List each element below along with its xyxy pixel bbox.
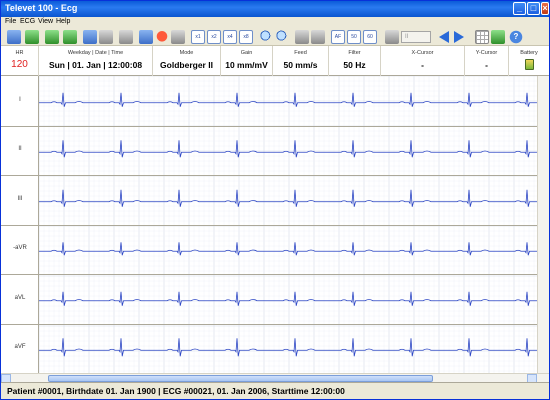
feed-label: Feed bbox=[294, 50, 307, 56]
speed-x8-button[interactable]: x8 bbox=[239, 30, 253, 44]
open-folder-icon[interactable] bbox=[7, 30, 21, 44]
lead-separator bbox=[1, 175, 549, 176]
menu-view[interactable]: View bbox=[38, 18, 53, 25]
mode-value: Goldberger II bbox=[160, 60, 213, 70]
status-bar: Patient #0001, Birthdate 01. Jan 1900 | … bbox=[1, 382, 549, 399]
lead-separator bbox=[1, 224, 549, 226]
lead-label-avf: aVF bbox=[14, 344, 26, 351]
datetime-label: Weekday | Date | Time bbox=[67, 50, 124, 56]
x-cursor-cell: X-Cursor - bbox=[381, 46, 465, 76]
layout-icon[interactable] bbox=[385, 30, 399, 44]
hr-label: HR bbox=[15, 50, 24, 56]
lead-label-iii: III bbox=[17, 195, 23, 202]
print-icon[interactable] bbox=[119, 30, 133, 44]
y-cursor-value: - bbox=[485, 60, 488, 70]
menu-file[interactable]: File bbox=[5, 18, 16, 25]
mode-cell: Mode Goldberger II bbox=[153, 46, 221, 76]
scroll-thumb[interactable] bbox=[48, 375, 433, 382]
image-export-icon[interactable] bbox=[491, 30, 505, 44]
menu-bar: File ECG View Help bbox=[1, 17, 549, 28]
window-title: Televet 100 - Ecg bbox=[5, 3, 78, 13]
mode-label: Mode bbox=[179, 50, 194, 56]
hr-cell: HR 120 bbox=[1, 46, 39, 76]
filter-af-button[interactable]: AF bbox=[331, 30, 345, 44]
lead-label-i: I bbox=[19, 96, 21, 103]
zoom-in-icon[interactable] bbox=[259, 30, 273, 44]
menu-ecg[interactable]: ECG bbox=[20, 18, 35, 25]
toolbar: x1 x2 x4 x8 AF 50 60 II ? bbox=[1, 28, 549, 46]
cursor-tool-icon[interactable] bbox=[295, 30, 309, 44]
battery-icon bbox=[524, 59, 534, 70]
feed-value: 50 mm/s bbox=[283, 60, 318, 70]
gain-value: 10 mm/mV bbox=[225, 60, 268, 70]
minimize-button[interactable]: _ bbox=[513, 2, 526, 15]
next-arrow-icon[interactable] bbox=[454, 31, 464, 43]
record-icon[interactable] bbox=[155, 30, 169, 44]
patient-info: Patient #0001, Birthdate 01. Jan 1900 | … bbox=[7, 386, 345, 396]
close-button[interactable]: × bbox=[541, 2, 549, 15]
x-cursor-value: - bbox=[421, 60, 424, 70]
hr-value: 120 bbox=[11, 59, 28, 70]
measure-tool-icon[interactable] bbox=[311, 30, 325, 44]
filter-label: Filter bbox=[348, 50, 361, 56]
upload-icon[interactable] bbox=[63, 30, 77, 44]
speed-x4-button[interactable]: x4 bbox=[223, 30, 237, 44]
previous-arrow-icon[interactable] bbox=[439, 31, 449, 43]
status-header: HR 120 Weekday | Date | Time Sun | 01. J… bbox=[1, 46, 549, 76]
menu-help[interactable]: Help bbox=[56, 18, 70, 25]
feed-cell: Feed 50 mm/s bbox=[273, 46, 329, 76]
vertical-scrollbar[interactable] bbox=[537, 76, 549, 373]
x-cursor-label: X-Cursor bbox=[411, 50, 434, 56]
help-icon[interactable]: ? bbox=[509, 30, 523, 44]
lead-separator bbox=[1, 323, 549, 325]
monitor-icon[interactable] bbox=[139, 30, 153, 44]
battery-label: Battery bbox=[520, 50, 538, 56]
filter-cell: Filter 50 Hz bbox=[329, 46, 381, 76]
gain-cell: Gain 10 mm/mV bbox=[221, 46, 273, 76]
speed-x2-button[interactable]: x2 bbox=[207, 30, 221, 44]
datetime-cell: Weekday | Date | Time Sun | 01. Jan | 12… bbox=[39, 46, 153, 76]
battery-cell: Battery bbox=[509, 46, 549, 76]
zoom-out-icon[interactable] bbox=[275, 30, 289, 44]
speed-x1-button[interactable]: x1 bbox=[191, 30, 205, 44]
gain-label: Gain bbox=[240, 50, 253, 56]
lead-select[interactable]: II bbox=[401, 31, 431, 43]
new-patient-icon[interactable] bbox=[25, 30, 39, 44]
settings-icon[interactable] bbox=[171, 30, 185, 44]
grid-toggle-icon[interactable] bbox=[475, 30, 489, 44]
download-icon[interactable] bbox=[45, 30, 59, 44]
ecg-display[interactable]: I II III -aVR aVL aVF bbox=[1, 76, 549, 373]
y-cursor-label: Y-Cursor bbox=[475, 50, 498, 56]
filter-value: 50 Hz bbox=[343, 60, 366, 70]
lead-label-avr: -aVR bbox=[13, 245, 27, 252]
filter-50-button[interactable]: 50 bbox=[347, 30, 361, 44]
lead-label-ii: II bbox=[18, 146, 22, 153]
horizontal-scrollbar[interactable] bbox=[1, 373, 549, 383]
save-all-icon[interactable] bbox=[99, 30, 113, 44]
title-bar[interactable]: Televet 100 - Ecg _ □ × bbox=[1, 1, 549, 17]
lead-separator bbox=[1, 125, 549, 127]
lead-label-avl: aVL bbox=[14, 294, 26, 301]
save-icon[interactable] bbox=[83, 30, 97, 44]
y-cursor-cell: Y-Cursor - bbox=[465, 46, 509, 76]
app-window: Televet 100 - Ecg _ □ × File ECG View He… bbox=[0, 0, 550, 400]
lead-separator bbox=[1, 274, 549, 275]
filter-60-button[interactable]: 60 bbox=[363, 30, 377, 44]
datetime-value: Sun | 01. Jan | 12:00:08 bbox=[48, 60, 143, 70]
maximize-button[interactable]: □ bbox=[527, 2, 540, 15]
